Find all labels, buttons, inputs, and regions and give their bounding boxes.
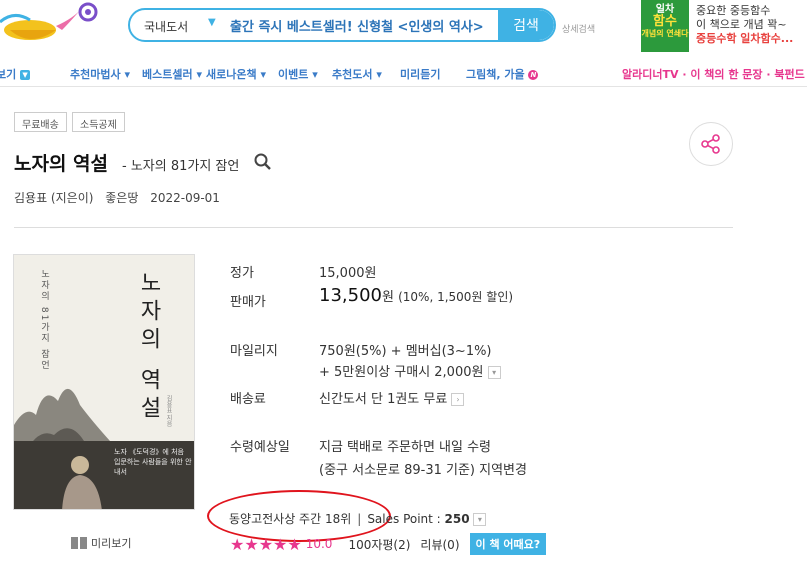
preview-button[interactable]: 미리보기 — [70, 535, 131, 551]
category-rank[interactable]: 동양고전사상 주간 18위 — [229, 512, 351, 526]
mileage-line1: 750원(5%) + 멤버십(3~1%) — [319, 344, 492, 359]
ad-line: 중등수학 일차함수... — [696, 32, 794, 45]
nav-item-recommended[interactable]: 추천도서 ▾ — [332, 66, 382, 82]
book-title: 노자의 역설 — [14, 153, 109, 175]
preview-label: 미리보기 — [91, 537, 132, 550]
nav-right-links[interactable]: 알라디너TV · 이 책의 한 문장 · 북펀드 — [622, 66, 805, 82]
mileage-line2-text: + 5만원이상 구매시 2,000원 — [319, 365, 484, 380]
book-subtitle: - 노자의 81가지 잠언 — [122, 159, 240, 174]
sale-price-label: 판매가 — [230, 295, 266, 310]
publish-date: 2022-09-01 — [150, 191, 220, 205]
how-about-this-book-button[interactable]: 이 책 어때요? — [469, 533, 547, 555]
detail-search-link[interactable]: 상세검색 — [562, 22, 595, 35]
list-price-value: 15,000원 — [319, 266, 377, 281]
tax-deduction-tag: 소득공제 — [72, 112, 125, 132]
delivery-label: 수령예상일 — [230, 440, 290, 455]
rank-row: 동양고전사상 주간 18위 | Sales Point : 250 ▾ — [229, 510, 487, 527]
aladin-logo[interactable] — [0, 0, 100, 48]
short-reviews-link[interactable]: 100자평(2) — [348, 536, 410, 553]
ad-line: 중요한 중등함수 — [696, 4, 771, 17]
search-icon[interactable] — [254, 153, 272, 174]
shipping-label: 배송료 — [230, 392, 266, 407]
chevron-down-icon[interactable]: ▼ — [208, 17, 216, 28]
chevron-down-icon[interactable]: ▾ — [473, 513, 487, 526]
chevron-right-icon[interactable]: › — [451, 393, 465, 406]
search-category[interactable]: 국내도서 — [144, 18, 188, 35]
nav-item-events[interactable]: 이벤트 ▾ — [278, 66, 318, 82]
new-badge: N — [528, 70, 539, 80]
ad-book-line: 개념의 연쇄다 — [641, 29, 689, 38]
ad-book-line: 함수 — [653, 14, 677, 29]
sage-illustration — [62, 456, 102, 509]
publisher-link[interactable]: 좋은땅 — [105, 191, 138, 205]
shipping-value: 신간도서 단 1권도 무료 › — [319, 388, 465, 407]
delivery-line1: 지금 택배로 주문하면 내일 수령 — [319, 440, 492, 455]
search-input[interactable] — [230, 15, 510, 35]
ad-book-cover[interactable]: 일차 함수 개념의 연쇄다 — [641, 0, 689, 52]
nav-item-picture-books[interactable]: 그림책, 가을 N — [466, 66, 539, 82]
search-bar: 국내도서 ▼ 검색 — [128, 8, 556, 42]
sale-price: 13,500원 (10%, 1,500원 할인) — [319, 285, 513, 306]
author-link[interactable]: 김용표 (지은이) — [14, 191, 93, 205]
sales-point-value: 250 — [444, 512, 470, 526]
nav-item-new-books[interactable]: 새로나온책 ▾ — [206, 66, 266, 82]
star-rating-icon: ★★★★★ — [230, 534, 302, 554]
mileage-line2: + 5만원이상 구매시 2,000원 ▾ — [319, 361, 501, 380]
main-nav: 보기 ▼ 추천마법사 ▾ 베스트셀러 ▾ 새로나온책 ▾ 이벤트 ▾ 추천도서 … — [0, 62, 807, 84]
rating-score: 10.0 — [305, 537, 333, 551]
share-button[interactable] — [689, 122, 733, 166]
free-shipping-tag: 무료배송 — [14, 112, 67, 132]
list-price-label: 정가 — [230, 266, 254, 281]
book-cover-image[interactable]: 노자의 81가지 잠언 노자의 역설 김용표 지음 노자 《도덕경》에 처음 입… — [13, 254, 195, 510]
chevron-down-icon[interactable]: ▾ — [487, 366, 501, 379]
reviews-link[interactable]: 리뷰(0) — [420, 536, 459, 553]
ad-line: 이 책으로 개념 꽉~ — [696, 18, 787, 31]
book-meta: 김용표 (지은이) 좋은땅 2022-09-01 — [14, 189, 228, 206]
sale-price-unit: 원 — [381, 290, 394, 305]
mileage-label: 마일리지 — [230, 344, 278, 359]
delivery-line2[interactable]: (중구 서소문로 89-31 기준) 지역변경 — [319, 459, 527, 478]
share-icon — [701, 134, 720, 154]
cover-subtitle: 노자의 81가지 잠언 — [39, 269, 49, 372]
section-divider — [14, 227, 733, 228]
sale-price-note: (10%, 1,500원 할인) — [398, 290, 514, 304]
nav-item-recommend-wizard[interactable]: 추천마법사 ▾ — [70, 66, 130, 82]
search-button[interactable]: 검색 — [498, 10, 554, 40]
book-icon — [71, 537, 87, 549]
ad-text[interactable]: 중요한 중등함수 이 책으로 개념 꽉~ 중등수학 일차함수... — [696, 4, 793, 46]
rating-row: ★★★★★ 10.0 100자평(2) 리뷰(0) 이 책 어때요? — [230, 533, 547, 555]
nav-divider — [0, 86, 807, 87]
nav-item-audio-preview[interactable]: 미리듣기 — [400, 66, 440, 82]
nav-item-bestseller[interactable]: 베스트셀러 ▾ — [142, 66, 202, 82]
sales-point-label: Sales Point : — [367, 512, 441, 526]
sale-price-value: 13,500 — [319, 285, 382, 306]
chevron-down-icon: ▼ — [20, 70, 31, 80]
nav-item-view[interactable]: 보기 ▼ — [0, 66, 31, 82]
cover-band-text: 노자 《도덕경》에 처음 입문하는 사람들을 위한 안내서 — [114, 448, 192, 476]
shipping-value-text: 신간도서 단 1권도 무료 — [319, 392, 448, 407]
